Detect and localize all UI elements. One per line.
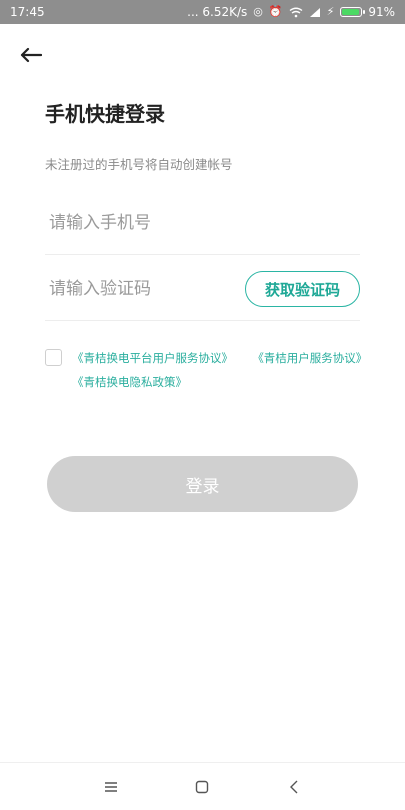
home-button[interactable] — [187, 772, 217, 802]
arrow-left-icon — [20, 47, 42, 63]
get-code-button[interactable]: 获取验证码 — [245, 271, 360, 307]
agreement-line-1: 《青桔换电平台用户服务协议》 《青桔用户服务协议》 — [72, 350, 367, 366]
alarm-icon: ⏰ — [268, 5, 283, 18]
charging-icon: ⚡ — [326, 5, 335, 18]
agreement-checkbox[interactable] — [45, 349, 62, 366]
page-subtitle: 未注册过的手机号将自动创建帐号 — [45, 157, 233, 172]
network-speed: ... 6.52K/s — [187, 5, 248, 19]
phone-field-row — [45, 191, 360, 255]
privacy-policy-link[interactable]: 《青桔换电隐私政策》 — [72, 375, 187, 389]
menu-button[interactable] — [96, 772, 126, 802]
menu-icon — [104, 781, 117, 792]
signal-icon: ◎ — [253, 5, 263, 18]
page-title: 手机快捷登录 — [45, 102, 165, 126]
phone-input[interactable] — [45, 191, 349, 255]
battery-fill — [342, 9, 359, 15]
battery-icon — [340, 7, 366, 17]
back-button[interactable] — [18, 42, 44, 68]
nav-back-button[interactable] — [279, 772, 309, 802]
status-bar: 17:45 ... 6.52K/s ◎ ⏰ ⚡ 91% — [0, 0, 405, 24]
verification-code-input[interactable] — [45, 257, 239, 321]
cell-signal-icon — [309, 7, 320, 17]
agreement-line-2: 《青桔换电隐私政策》 — [72, 374, 187, 390]
battery-cap — [363, 10, 366, 14]
navigation-bar — [0, 762, 405, 810]
status-time: 17:45 — [10, 5, 45, 19]
platform-agreement-link[interactable]: 《青桔换电平台用户服务协议》 — [72, 351, 233, 365]
code-field-row: 获取验证码 — [45, 257, 360, 321]
battery-percent: 91% — [368, 5, 395, 19]
back-icon — [290, 780, 298, 793]
status-icons: ... 6.52K/s ◎ ⏰ ⚡ 91% — [187, 5, 395, 19]
home-icon — [196, 780, 209, 793]
wifi-icon — [289, 7, 303, 17]
login-button[interactable]: 登录 — [47, 456, 358, 512]
user-agreement-link[interactable]: 《青桔用户服务协议》 — [252, 351, 367, 365]
